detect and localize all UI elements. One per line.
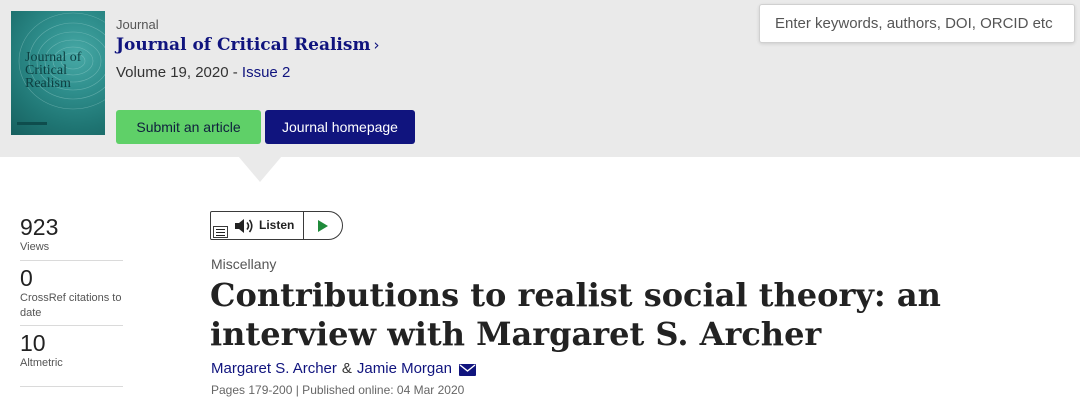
metric-value: 0 [20,265,33,291]
metric-label: Views [20,241,50,253]
issue-link[interactable]: Issue 2 [242,64,290,81]
metric-views[interactable]: 923 Views [20,212,123,261]
journal-title-link[interactable]: Journal of Critical Realism › [116,35,379,55]
listen-widget: Listen [210,211,343,240]
metric-label: Altmetric [20,357,63,369]
journal-cover-image[interactable]: Journal of Critical Realism [11,11,105,135]
submit-article-button[interactable]: Submit an article [116,110,261,144]
journal-header: Journal of Critical Realism Journal Jour… [0,0,1080,157]
author-list: Margaret S. Archer & Jamie Morgan [211,360,476,377]
journal-title-text[interactable]: Journal of Critical Realism [116,35,370,55]
volume-issue-line: Volume 19, 2020 - Issue 2 [116,64,290,81]
play-icon [318,219,328,232]
cover-title: Journal of Critical Realism [25,50,82,91]
chevron-right-icon: › [373,36,380,54]
listen-menu-icon[interactable] [213,226,228,238]
article-metrics: 923 Views 0 CrossRef citations to date 1… [20,212,123,387]
metric-citations[interactable]: 0 CrossRef citations to date [20,261,123,326]
metric-altmetric[interactable]: 10 Altmetric [20,326,123,387]
author-link[interactable]: Margaret S. Archer [211,360,337,377]
article-category: Miscellany [211,256,277,272]
article-title: Contributions to realist social theory: … [210,276,941,353]
search-input[interactable] [775,15,1074,32]
author-link[interactable]: Jamie Morgan [357,360,452,377]
listen-button[interactable]: Listen [211,212,304,239]
mail-icon[interactable] [458,363,476,376]
volume-text: Volume 19, 2020 - [116,64,242,81]
metric-label: CrossRef citations to date [20,292,122,319]
pages-published-line: Pages 179-200 | Published online: 04 Mar… [211,383,465,397]
play-button[interactable] [304,219,342,232]
journal-label: Journal [116,17,159,32]
journal-homepage-button[interactable]: Journal homepage [265,110,415,144]
metric-value: 923 [20,214,59,240]
listen-label: Listen [259,218,295,232]
search-box[interactable] [759,4,1075,43]
metric-value: 10 [20,330,46,356]
author-separator: & [341,360,352,377]
header-notch [238,156,282,182]
speaker-icon [235,219,253,233]
